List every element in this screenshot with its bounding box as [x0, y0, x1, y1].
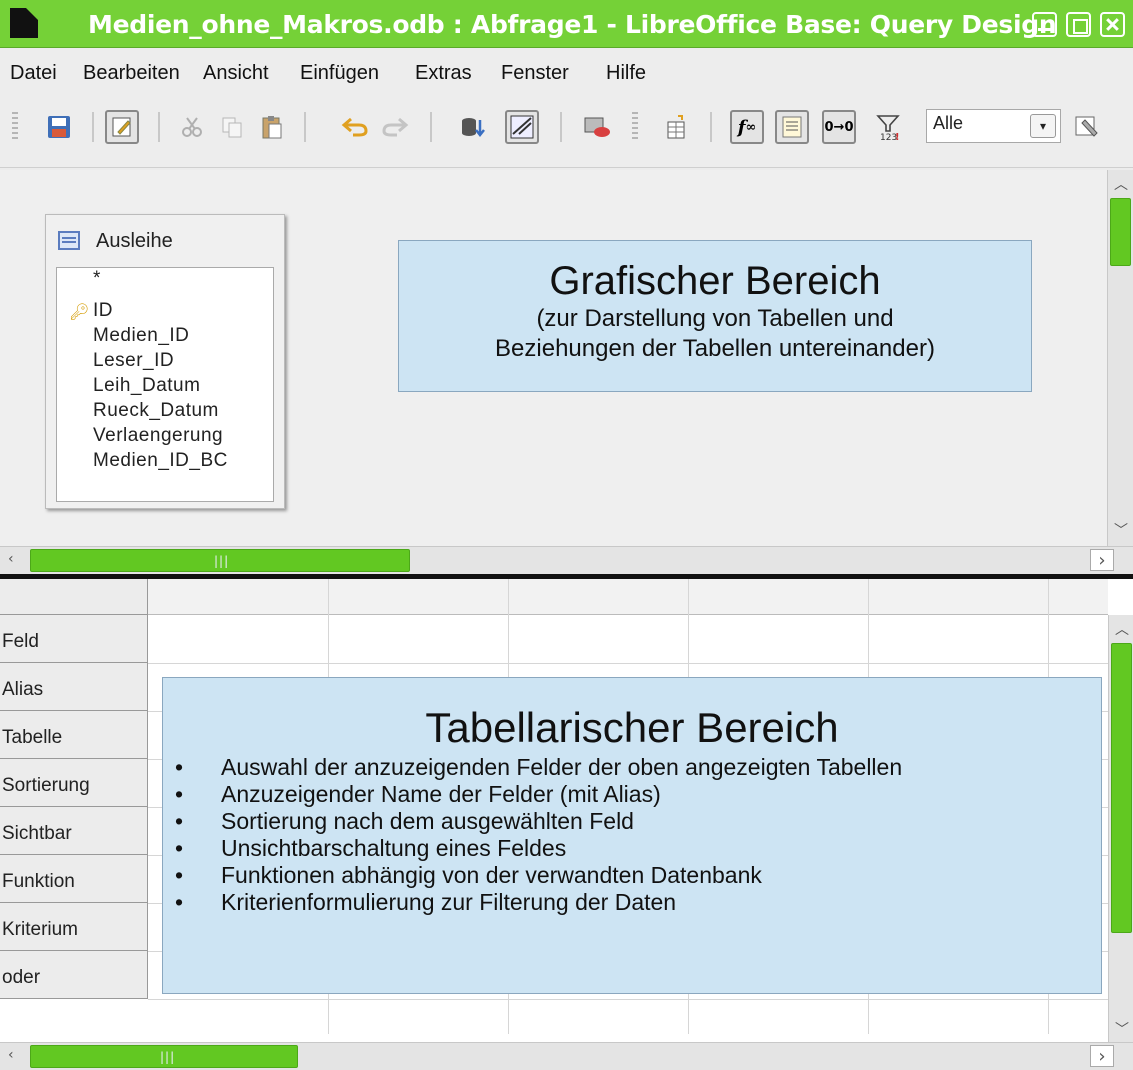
bullet-item: Sortierung nach dem ausgewählten Feld — [163, 808, 1101, 835]
toolbar: f ∞ 0→0 123! Alle ▾ — [0, 92, 1133, 168]
filter-select[interactable]: Alle ▾ — [926, 109, 1061, 143]
filter-select-value: Alle — [933, 113, 964, 133]
scrollbar-thumb[interactable] — [1111, 643, 1132, 933]
upper-horizontal-scrollbar[interactable]: ‹ ||| › — [0, 546, 1133, 574]
scroll-down-icon[interactable]: ﹀ — [1114, 520, 1128, 540]
scroll-left-icon[interactable]: ‹ — [8, 551, 14, 567]
row-label-alias: Alias — [0, 663, 148, 711]
lower-horizontal-scrollbar[interactable]: ‹ ||| › — [0, 1042, 1133, 1070]
save-icon[interactable] — [42, 110, 76, 144]
row-label-sortierung: Sortierung — [0, 759, 148, 807]
menu-extras[interactable]: Extras — [415, 62, 472, 85]
maximize-button[interactable] — [1066, 12, 1091, 37]
functions-icon[interactable]: f ∞ — [730, 110, 764, 144]
menu-bearbeiten[interactable]: Bearbeiten — [83, 62, 180, 85]
menu-datei[interactable]: Datei — [10, 62, 57, 85]
field-item[interactable]: Verlaengerung — [93, 425, 223, 447]
tabular-area-callout: Tabellarischer Bereich Auswahl der anzuz… — [162, 677, 1102, 994]
row-label-oder: oder — [0, 951, 148, 999]
scrollbar-grip: ||| — [160, 1050, 176, 1064]
scrollbar-grip: ||| — [214, 554, 230, 568]
toolbar-grip-2[interactable] — [632, 112, 638, 142]
bullet-item: Kriterienformulierung zur Filterung der … — [163, 889, 1101, 916]
libreoffice-icon — [10, 7, 39, 38]
bullet-item: Anzuzeigender Name der Felder (mit Alias… — [163, 781, 1101, 808]
callout-subtext: (zur Darstellung von Tabellen und — [536, 305, 894, 332]
callout-heading: Grafischer Bereich — [549, 259, 881, 303]
table-icon — [58, 231, 80, 250]
clear-query-icon[interactable] — [580, 110, 614, 144]
alias-icon[interactable]: 0→0 — [822, 110, 856, 144]
close-button[interactable] — [1100, 12, 1125, 37]
graphical-area-callout: Grafischer Bereich (zur Darstellung von … — [398, 240, 1032, 392]
edit-icon[interactable] — [105, 110, 139, 144]
window-title: Medien_ohne_Makros.odb : Abfrage1 - Libr… — [88, 10, 1057, 39]
field-item[interactable]: Leser_ID — [93, 350, 174, 372]
menu-bar: Datei Bearbeiten Ansicht Einfügen Extras… — [0, 48, 1133, 92]
bullet-item: Unsichtbarschaltung eines Feldes — [163, 835, 1101, 862]
scroll-up-icon[interactable]: ︿ — [1114, 174, 1128, 194]
scrollbar-thumb[interactable] — [1110, 198, 1131, 266]
menu-einfuegen[interactable]: Einfügen — [300, 62, 379, 85]
paste-icon[interactable] — [255, 110, 289, 144]
scroll-down-icon[interactable]: ﹀ — [1115, 1019, 1129, 1039]
grid-corner — [0, 579, 148, 615]
table-name-icon[interactable] — [775, 110, 809, 144]
sql-view-icon[interactable] — [1070, 110, 1104, 144]
tabular-area: Feld Alias Tabelle Sortierung Sichtbar F… — [0, 579, 1133, 1070]
field-item[interactable]: Medien_ID_BC — [93, 450, 228, 472]
title-bar: Medien_ohne_Makros.odb : Abfrage1 - Libr… — [0, 0, 1133, 48]
field-list[interactable]: * 🔑︎ ID Medien_ID Leser_ID Leih_Datum Ru… — [56, 267, 274, 502]
callout-subtext: Beziehungen der Tabellen untereinander) — [495, 335, 935, 362]
cut-icon[interactable] — [175, 110, 209, 144]
toolbar-grip[interactable] — [12, 112, 18, 142]
callout-heading: Tabellarischer Bereich — [425, 704, 839, 751]
callout-bullet-list: Auswahl der anzuzeigenden Felder der obe… — [163, 754, 1101, 916]
field-item[interactable]: Leih_Datum — [93, 375, 200, 397]
row-label-sichtbar: Sichtbar — [0, 807, 148, 855]
field-item[interactable]: Medien_ID — [93, 325, 189, 347]
chevron-down-icon[interactable]: ▾ — [1030, 114, 1056, 138]
scroll-right-icon[interactable]: › — [1090, 549, 1114, 571]
field-item[interactable]: Rueck_Datum — [93, 400, 219, 422]
lower-vertical-scrollbar[interactable]: ︿ ﹀ — [1108, 615, 1133, 1043]
copy-icon[interactable] — [215, 110, 249, 144]
run-query-icon[interactable] — [456, 110, 490, 144]
graphical-area: Ausleihe * 🔑︎ ID Medien_ID Leser_ID Leih… — [0, 170, 1133, 574]
bullet-item: Auswahl der anzuzeigenden Felder der obe… — [163, 754, 1101, 781]
minimize-button[interactable] — [1032, 12, 1057, 37]
row-label-funktion: Funktion — [0, 855, 148, 903]
menu-fenster[interactable]: Fenster — [501, 62, 569, 85]
scroll-left-icon[interactable]: ‹ — [8, 1047, 14, 1063]
menu-ansicht[interactable]: Ansicht — [203, 62, 269, 85]
row-label-feld: Feld — [0, 615, 148, 663]
row-label-tabelle: Tabelle — [0, 711, 148, 759]
column-header-row — [0, 579, 1108, 615]
bullet-item: Funktionen abhängig von der verwandten D… — [163, 862, 1101, 889]
menu-hilfe[interactable]: Hilfe — [606, 62, 646, 85]
redo-icon[interactable] — [378, 110, 412, 144]
table-window-title: Ausleihe — [96, 230, 173, 252]
distinct-values-icon[interactable]: 123! — [872, 110, 906, 144]
add-table-icon[interactable] — [660, 110, 694, 144]
key-icon: 🔑︎ — [69, 302, 90, 321]
design-view-icon[interactable] — [505, 110, 539, 144]
upper-vertical-scrollbar[interactable]: ︿ ﹀ — [1107, 170, 1133, 546]
scroll-up-icon[interactable]: ︿ — [1115, 619, 1129, 639]
table-window-ausleihe[interactable]: Ausleihe * 🔑︎ ID Medien_ID Leser_ID Leih… — [45, 214, 285, 509]
field-item[interactable]: ID — [93, 300, 113, 322]
field-item[interactable]: * — [93, 268, 101, 290]
row-label-kriterium: Kriterium — [0, 903, 148, 951]
scroll-right-icon[interactable]: › — [1090, 1045, 1114, 1067]
svg-text:!: ! — [895, 132, 900, 141]
undo-icon[interactable] — [338, 110, 372, 144]
